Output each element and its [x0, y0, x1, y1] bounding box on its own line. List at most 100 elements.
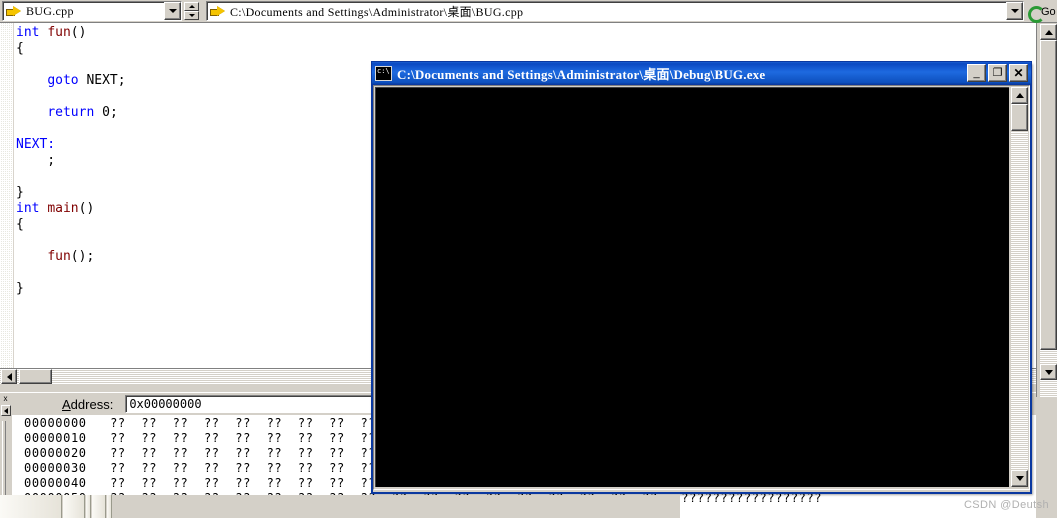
code-line: } [16, 185, 126, 201]
tab-slot[interactable] [0, 495, 62, 518]
memory-row-address: 00000030 [24, 461, 87, 475]
console-vscroll-down-button[interactable] [1011, 470, 1028, 487]
chevron-down-icon [1010, 9, 1019, 13]
tab-slot[interactable] [107, 495, 112, 518]
code-line: { [16, 41, 126, 57]
address-input[interactable]: 0x00000000 [125, 395, 396, 413]
triangle-up-icon [1044, 29, 1053, 35]
spinner-down-button[interactable] [184, 11, 199, 20]
bottom-tab-strip[interactable] [0, 495, 680, 518]
code-token: () [78, 201, 95, 216]
code-token: fun [47, 25, 71, 40]
hscroll-left-button[interactable] [1, 369, 17, 384]
scrollbar-corner [1036, 397, 1057, 405]
console-title-text: C:\Documents and Settings\Administrator\… [397, 66, 766, 82]
code-token: (); [70, 249, 95, 264]
tab-slot[interactable] [63, 495, 85, 518]
minimize-button[interactable]: _ [967, 64, 986, 82]
code-token: fun [47, 249, 71, 264]
go-refresh-icon [1027, 5, 1045, 23]
code-line: int main() [16, 201, 126, 217]
path-combo-value: C:\Documents and Settings\Administrator\… [230, 4, 524, 19]
code-token: ; [109, 105, 118, 120]
memory-row-address: 00000010 [24, 431, 87, 445]
console-screen[interactable] [375, 87, 1009, 487]
tab-slot[interactable] [86, 495, 91, 518]
tab-slot[interactable] [92, 495, 106, 518]
code-token: main [47, 201, 79, 216]
triangle-left-icon [6, 372, 12, 381]
address-label-accel: A [62, 396, 71, 412]
address-input-value: 0x00000000 [129, 397, 202, 411]
path-combo-dropdown-button[interactable] [1006, 2, 1023, 20]
memory-pane-collapse-button[interactable] [1, 405, 11, 416]
triangle-down-icon [1015, 476, 1024, 481]
code-token: } [16, 281, 24, 296]
address-label-rest: ddress: [70, 396, 114, 412]
code-line: ; [16, 153, 126, 169]
code-line: } [16, 281, 126, 297]
console-window-buttons: _ ❐ ✕ [965, 64, 1028, 82]
vc6-ide-window: BUG.cpp C:\Documents and Settings\Admini… [0, 0, 1057, 518]
close-button[interactable]: ✕ [1009, 64, 1028, 82]
code-line: return 0; [16, 105, 126, 121]
memory-row-address: 00000000 [24, 416, 87, 430]
file-combo-box[interactable]: BUG.cpp [2, 1, 182, 21]
console-window[interactable]: c:\ C:\Documents and Settings\Administra… [371, 61, 1032, 494]
path-combo-box[interactable]: C:\Documents and Settings\Administrator\… [206, 1, 1024, 21]
code-token: return [47, 105, 95, 120]
triangle-down-icon [1044, 369, 1053, 375]
code-token: 0 [102, 105, 110, 120]
code-token: int [16, 201, 40, 216]
toolbar: BUG.cpp C:\Documents and Settings\Admini… [0, 0, 1057, 23]
spinner-up-button[interactable] [184, 2, 199, 11]
triangle-left-icon [4, 407, 8, 414]
chevron-down-icon [188, 14, 195, 17]
hscroll-thumb[interactable] [19, 369, 52, 384]
yellow-arrow-icon [6, 5, 22, 18]
code-token: () [70, 25, 87, 40]
console-client-area [373, 85, 1030, 490]
code-line: int fun() [16, 25, 126, 41]
yellow-arrow-icon [210, 5, 226, 18]
vscroll-down-button[interactable] [1040, 364, 1057, 380]
code-line: goto NEXT; [16, 73, 125, 89]
code-token: int [16, 25, 40, 40]
editor-selection-gutter[interactable] [0, 23, 14, 375]
chevron-up-icon [188, 5, 195, 8]
console-vscroll-up-button[interactable] [1011, 87, 1028, 104]
vscroll-thumb[interactable] [1040, 40, 1057, 350]
code-token: goto [47, 73, 79, 88]
triangle-up-icon [1015, 93, 1024, 98]
code-line: { [16, 217, 126, 233]
console-vertical-scrollbar[interactable] [1011, 87, 1028, 487]
maximize-button[interactable]: ❐ [988, 64, 1007, 82]
console-title-bar[interactable]: c:\ C:\Documents and Settings\Administra… [371, 61, 1032, 85]
console-icon-glyph: c:\ [377, 66, 390, 75]
code-token: { [16, 41, 24, 56]
code-token: ; [16, 153, 56, 168]
code-line: fun(); [16, 249, 126, 265]
code-text[interactable]: int fun(){ goto NEXT; return 0; NEXT: ; … [16, 25, 126, 297]
code-token: } [16, 185, 24, 200]
code-token: { [16, 217, 24, 232]
main-vertical-scrollbar[interactable] [1040, 24, 1057, 397]
go-button[interactable]: Go [1027, 2, 1057, 23]
vscroll-up-button[interactable] [1040, 24, 1057, 40]
memory-row-address: 00000040 [24, 476, 87, 490]
close-x-icon[interactable]: x [1, 394, 10, 403]
code-token: NEXT: [16, 137, 56, 152]
chevron-down-icon [168, 9, 177, 13]
memory-row-address: 00000020 [24, 446, 87, 460]
address-label: Address: [62, 397, 113, 412]
toolbar-spinner[interactable] [184, 2, 199, 20]
file-combo-dropdown-button[interactable] [164, 2, 181, 20]
console-cmd-icon: c:\ [375, 65, 392, 81]
console-vscroll-thumb[interactable] [1011, 104, 1028, 131]
watermark: CSDN @Deutsh [963, 499, 1049, 511]
